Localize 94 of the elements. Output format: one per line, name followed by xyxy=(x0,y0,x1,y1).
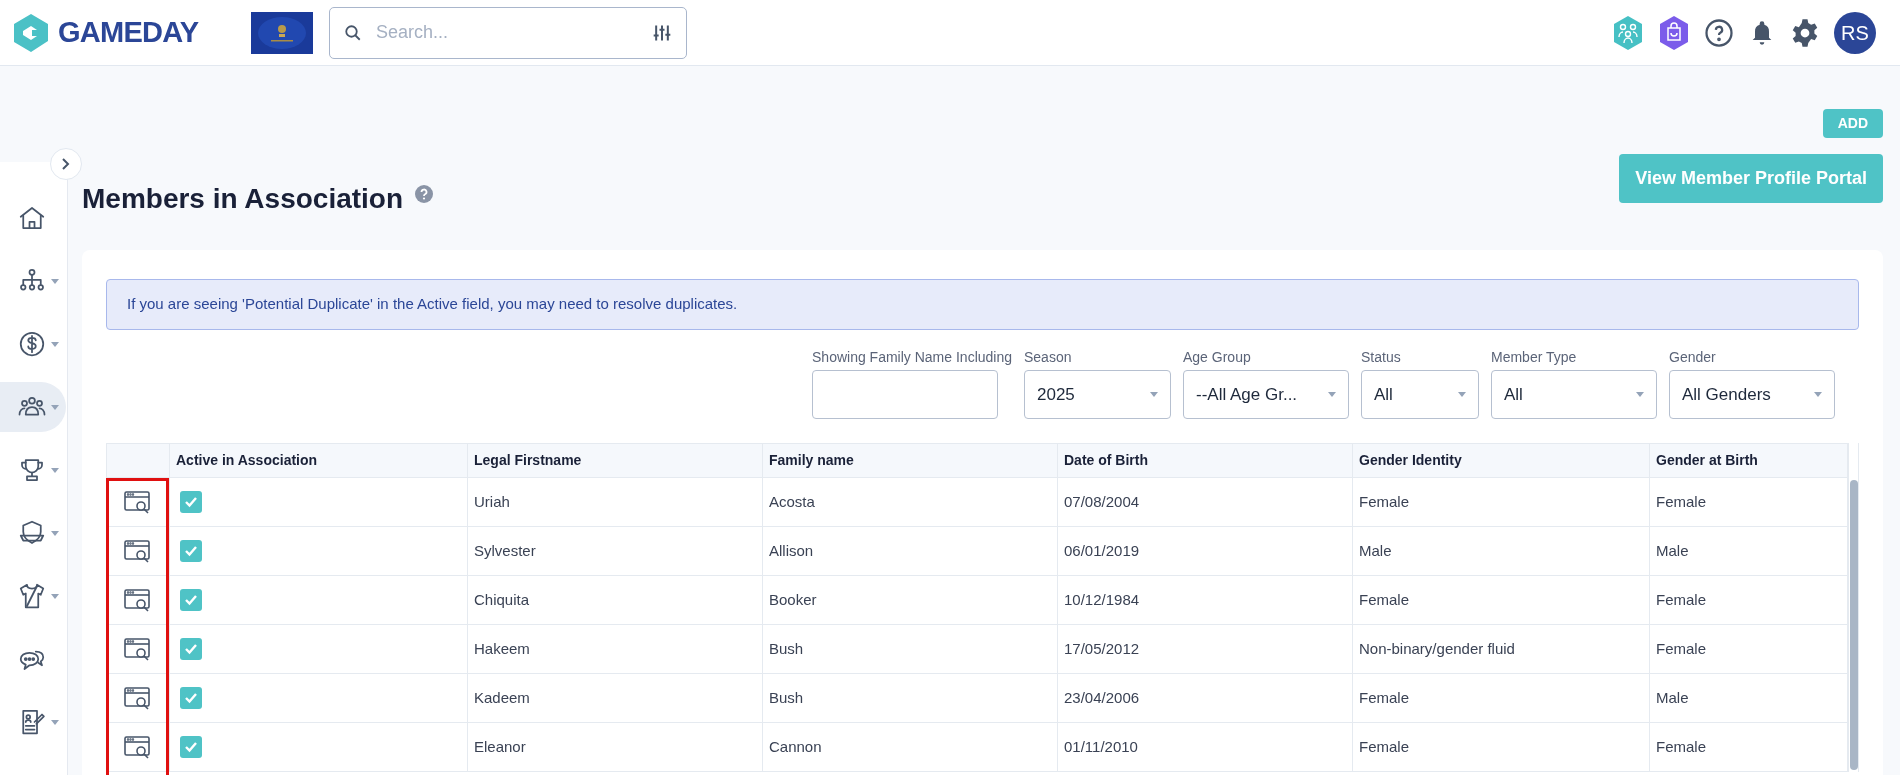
window-search-icon xyxy=(124,490,152,514)
filter-label: Age Group xyxy=(1183,348,1252,367)
table-cell-text: Female xyxy=(1656,638,1707,659)
column-header[interactable]: Active in Association xyxy=(176,450,318,471)
table-cell-text: Bush xyxy=(769,687,804,708)
table-cell-text: Female xyxy=(1656,491,1707,512)
settings-icon[interactable] xyxy=(1790,17,1820,48)
table-cell-text: Female xyxy=(1359,589,1410,610)
table-cell-text: Female xyxy=(1359,491,1410,512)
table-cell-text: Female xyxy=(1359,736,1410,757)
table-cell-text: Female xyxy=(1359,687,1410,708)
filter-label: Gender xyxy=(1669,348,1717,367)
table-cell-text: 01/11/2010 xyxy=(1064,736,1138,757)
page-title: Members in Association xyxy=(82,182,404,216)
checkmark-icon xyxy=(184,545,198,557)
filter-select[interactable]: --All Age Gr... xyxy=(1183,370,1349,419)
column-header[interactable]: Family name xyxy=(769,450,854,471)
active-checkbox[interactable] xyxy=(180,540,202,562)
view-member-button[interactable] xyxy=(124,735,152,759)
table-cell-text: Booker xyxy=(769,589,817,610)
active-checkbox[interactable] xyxy=(180,638,202,660)
column-header[interactable]: Gender at Birth xyxy=(1656,450,1758,471)
table-cell-text: 10/12/1984 xyxy=(1064,589,1140,610)
scrollbar-thumb[interactable] xyxy=(1850,480,1858,770)
view-member-button[interactable] xyxy=(124,588,152,612)
filter-select[interactable]: All xyxy=(1361,370,1479,419)
brand-name: GAMEDAY xyxy=(58,14,199,50)
search-field[interactable]: Search... xyxy=(329,6,687,59)
column-header[interactable]: Legal Firstname xyxy=(474,450,582,471)
table-cell-text: Bush xyxy=(769,638,804,659)
view-member-button[interactable] xyxy=(124,637,152,661)
table-cell-text: Kadeem xyxy=(474,687,530,708)
table-cell-text: Male xyxy=(1656,540,1689,561)
view-member-button[interactable] xyxy=(124,539,152,563)
table-cell-text: Chiquita xyxy=(474,589,530,610)
checkmark-icon xyxy=(184,741,198,753)
table-cell-text: Male xyxy=(1359,540,1392,561)
window-search-icon xyxy=(124,539,152,563)
column-header[interactable]: Gender Identity xyxy=(1359,450,1462,471)
logo-icon xyxy=(12,12,50,53)
column-header[interactable]: Date of Birth xyxy=(1064,450,1148,471)
table-cell-text: 07/08/2004 xyxy=(1064,491,1140,512)
window-search-icon xyxy=(124,637,152,661)
expand-sidebar-button[interactable] xyxy=(50,148,82,180)
filter-label: Status xyxy=(1361,348,1402,367)
table-cell-text: 17/05/2012 xyxy=(1064,638,1140,659)
view-member-button[interactable] xyxy=(124,686,152,710)
checkmark-icon xyxy=(184,643,198,655)
shopping-bag-icon[interactable] xyxy=(1658,14,1690,51)
filter-select[interactable]: 2025 xyxy=(1024,370,1171,419)
active-checkbox[interactable] xyxy=(180,491,202,513)
active-checkbox[interactable] xyxy=(180,736,202,758)
dollar-icon xyxy=(17,329,47,359)
table-cell-text: Non-binary/gender fluid xyxy=(1359,638,1515,659)
filter-select[interactable]: All Genders xyxy=(1669,370,1835,419)
filter-label: Season xyxy=(1024,348,1073,367)
family-name-field[interactable] xyxy=(812,370,998,419)
checkmark-icon xyxy=(184,594,198,606)
chevron-right-icon xyxy=(61,157,71,171)
caret-icon xyxy=(1814,392,1822,397)
window-search-icon xyxy=(124,735,152,759)
table-cell-text: 23/04/2006 xyxy=(1064,687,1140,708)
table-cell-text: Male xyxy=(1656,687,1689,708)
caret-icon xyxy=(1150,392,1158,397)
table-cell-text: Acosta xyxy=(769,491,815,512)
search-icon xyxy=(344,23,362,42)
active-checkbox[interactable] xyxy=(180,589,202,611)
table-cell-text: Cannon xyxy=(769,736,822,757)
caret-icon xyxy=(1458,392,1466,397)
shirt-icon xyxy=(17,581,47,611)
user-avatar[interactable]: RS xyxy=(1834,11,1876,54)
window-search-icon xyxy=(124,588,152,612)
filter-label: Showing Family Name Including xyxy=(812,348,1012,367)
active-checkbox[interactable] xyxy=(180,687,202,709)
caret-icon xyxy=(1636,392,1644,397)
table-cell-text: Female xyxy=(1656,736,1707,757)
help-icon[interactable] xyxy=(1704,17,1734,48)
filter-label: Member Type xyxy=(1491,348,1578,367)
checkmark-icon xyxy=(184,496,198,508)
table-cell-text: Hakeem xyxy=(474,638,530,659)
info-alert: If you are seeing 'Potential Duplicate' in the Active field, you may need to resolve duplicates. xyxy=(106,279,1859,330)
view-member-button[interactable] xyxy=(124,490,152,514)
table-cell-text: Uriah xyxy=(474,491,510,512)
caret-icon xyxy=(1328,392,1336,397)
table-cell-text: Allison xyxy=(769,540,814,561)
sidebar-item[interactable] xyxy=(0,382,66,432)
search-input[interactable]: Search... xyxy=(376,19,638,46)
table-cell-text: Female xyxy=(1656,589,1707,610)
table-cell-text: Eleanor xyxy=(474,736,526,757)
window-search-icon xyxy=(124,686,152,710)
filter-select[interactable]: All xyxy=(1491,370,1657,419)
table-cell-text: Sylvester xyxy=(474,540,536,561)
table-cell-text: 06/01/2019 xyxy=(1064,540,1140,561)
checkmark-icon xyxy=(184,692,198,704)
